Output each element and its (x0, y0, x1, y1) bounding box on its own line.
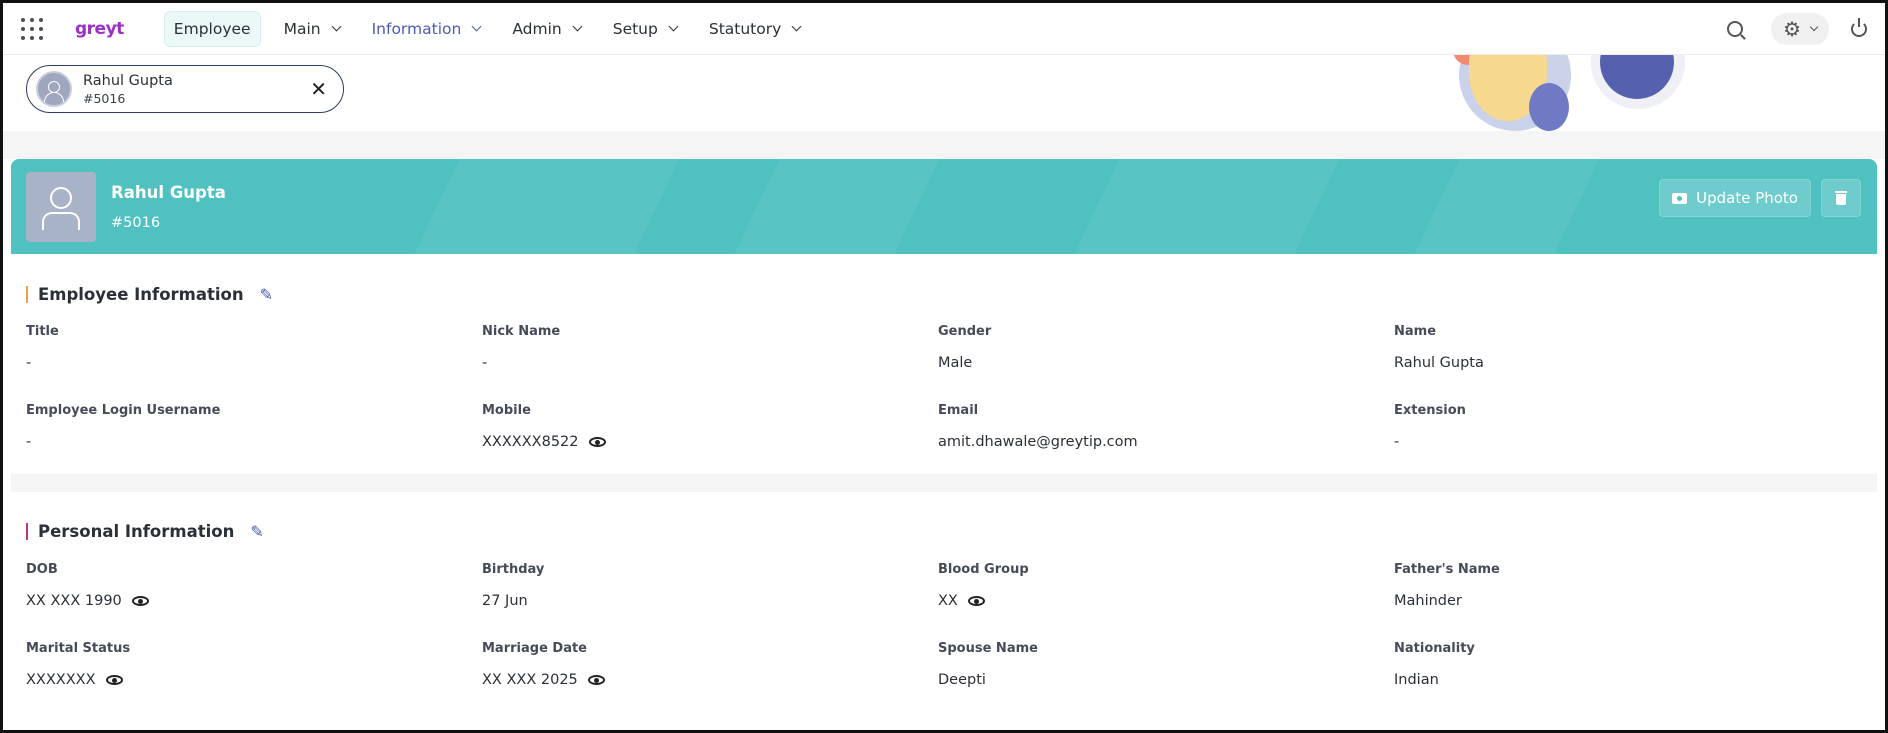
section-accent-bar (26, 285, 28, 303)
nav-main[interactable]: Main (275, 12, 349, 46)
nav-admin[interactable]: Admin (503, 12, 589, 46)
eye-icon[interactable] (131, 596, 149, 606)
field-dob: DOB XX XXX 1990 (26, 548, 482, 627)
nav-setup[interactable]: Setup (604, 12, 686, 46)
eye-icon[interactable] (587, 675, 605, 685)
section-title: Employee Information (38, 284, 244, 304)
edit-icon[interactable]: ✎ (250, 522, 263, 541)
field-spouse-name: Spouse Name Deepti (938, 641, 1038, 688)
field-login-username: Employee Login Username - (26, 403, 221, 450)
camera-icon (1672, 192, 1688, 204)
apps-grid-icon[interactable] (21, 17, 43, 40)
employee-search-area: Rahul Gupta #5016 ✕ (3, 55, 1885, 131)
divider (11, 474, 1877, 492)
field-birthday: Birthday 27 Jun (482, 562, 545, 609)
profile-banner: Rahul Gupta #5016 Update Photo (11, 159, 1877, 254)
section-title: Personal Information (38, 521, 235, 541)
field-marriage-date: Marriage Date XX XXX 2025 (482, 627, 938, 706)
profile-employee-id: #5016 (111, 214, 161, 231)
top-navigation: greyt Employee Main Information Admin Se… (3, 3, 1885, 55)
field-email: Email amit.dhawale@greytip.com (938, 403, 1138, 450)
settings-menu-button[interactable]: ⚙ (1771, 12, 1829, 45)
edit-icon[interactable]: ✎ (260, 285, 273, 304)
eye-icon[interactable] (588, 437, 606, 447)
gear-icon: ⚙ (1783, 16, 1801, 41)
search-icon[interactable] (1727, 20, 1744, 37)
greytip-logo[interactable]: greyt (75, 19, 124, 39)
field-mobile: Mobile XXXXXX8522 (482, 389, 938, 468)
power-icon[interactable] (1851, 17, 1867, 37)
field-title: Title - (26, 324, 59, 371)
field-fathers-name: Father's Name Mahinder (1394, 562, 1500, 609)
trash-icon (1835, 190, 1847, 205)
section-accent-bar (26, 522, 28, 540)
nav-employee[interactable]: Employee (163, 10, 261, 47)
close-icon[interactable]: ✕ (310, 79, 327, 99)
chip-employee-name: Rahul Gupta (83, 72, 173, 89)
nav-information[interactable]: Information (363, 12, 490, 46)
personal-information-section: Personal Information ✎ DOB XX XXX 1990 Bi… (3, 492, 1885, 706)
chevron-down-icon (331, 21, 342, 32)
nav-statutory[interactable]: Statutory (700, 12, 809, 46)
chevron-down-icon (572, 21, 583, 32)
field-marital-status: Marital Status XXXXXXX (26, 641, 131, 688)
field-nationality: Nationality Indian (1394, 641, 1475, 688)
employee-search-chip[interactable]: Rahul Gupta #5016 ✕ (26, 65, 344, 113)
chevron-down-icon (1809, 22, 1819, 31)
update-photo-button[interactable]: Update Photo (1659, 179, 1811, 217)
eye-icon[interactable] (967, 596, 985, 606)
chevron-down-icon (668, 21, 679, 32)
eye-icon[interactable] (105, 675, 123, 685)
chevron-down-icon (471, 21, 482, 32)
employee-information-section: Employee Information ✎ Title - Nick Name -… (3, 254, 1885, 492)
decorative-illustration (1443, 55, 1703, 131)
avatar (36, 71, 72, 107)
profile-photo (26, 171, 96, 242)
field-nick-name: Nick Name - (482, 324, 561, 371)
profile-name: Rahul Gupta (111, 182, 226, 202)
chevron-down-icon (791, 21, 802, 32)
field-blood-group: Blood Group XX (938, 562, 1029, 609)
chip-employee-id: #5016 (83, 90, 126, 106)
delete-photo-button[interactable] (1821, 179, 1861, 217)
divider (3, 131, 1885, 159)
field-gender: Gender Male (938, 324, 992, 371)
field-extension: Extension - (1394, 403, 1466, 450)
nav-right-tools: ⚙ (1727, 12, 1867, 45)
field-name: Name Rahul Gupta (1394, 324, 1484, 371)
